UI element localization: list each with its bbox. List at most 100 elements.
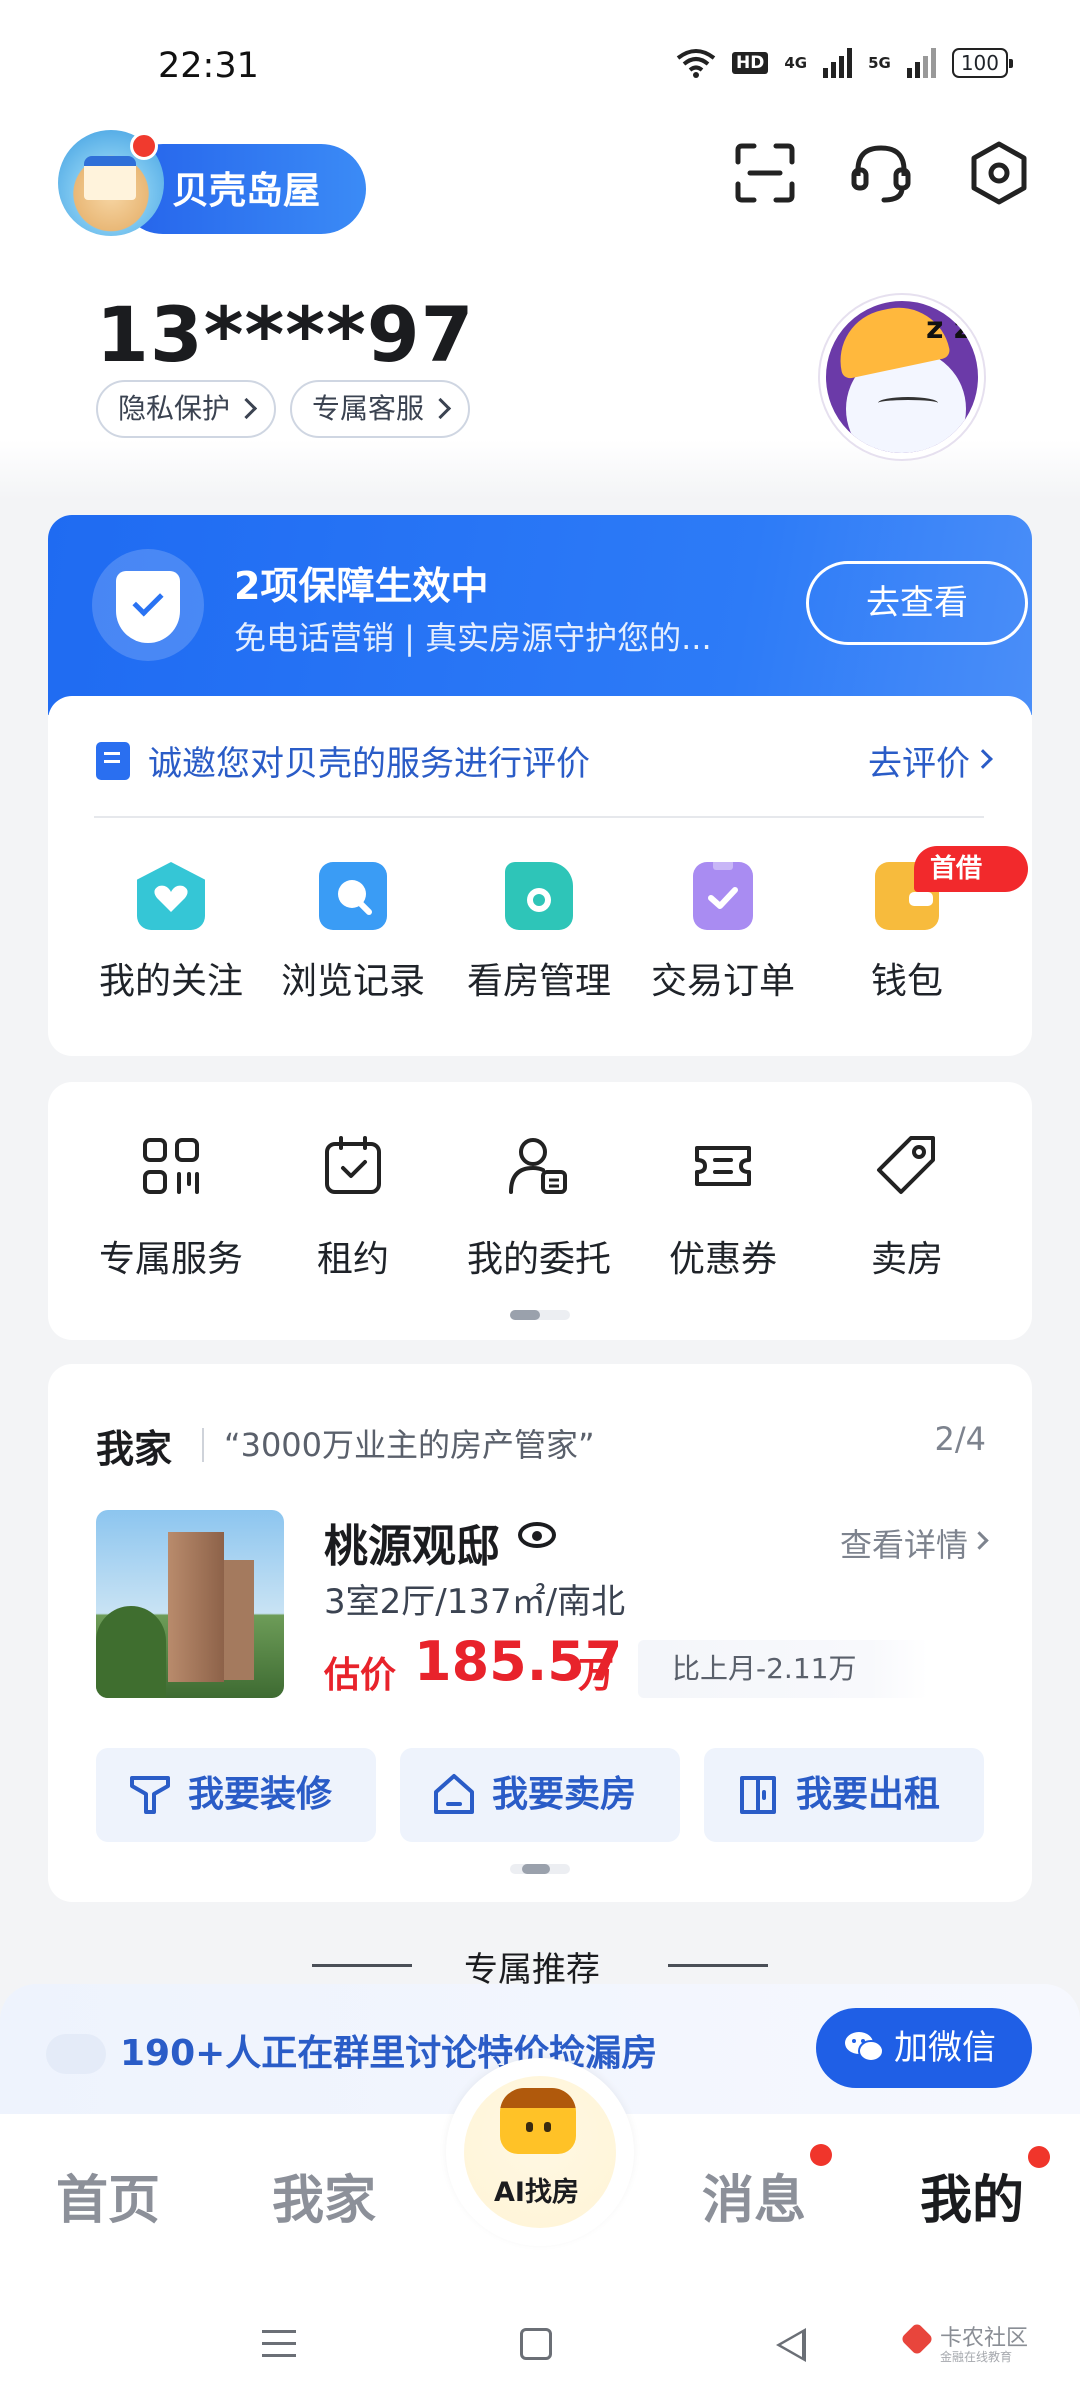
- protection-title: 2项保障生效中: [234, 564, 489, 608]
- go-evaluate-link[interactable]: 去评价: [868, 736, 970, 785]
- view-protection-button[interactable]: 去查看: [806, 561, 1028, 645]
- chat-bubble-icon: [46, 2034, 106, 2074]
- service-label: 交易订单: [650, 961, 795, 1002]
- settings-icon[interactable]: [966, 140, 1032, 206]
- mascot-eye: [544, 2122, 551, 2132]
- sell-house-button[interactable]: 我要卖房: [400, 1748, 680, 1842]
- avatar[interactable]: z z: [820, 295, 984, 459]
- protection-subtitle: 免电话营销 | 真实房源守护您的...: [234, 619, 712, 657]
- heart-house-icon: [137, 862, 205, 930]
- service-label: 看房管理: [466, 961, 611, 1002]
- mine-badge-dot: [1028, 2146, 1050, 2168]
- service-label: 我的关注: [98, 961, 243, 1002]
- evaluation-invite[interactable]: 诚邀您对贝壳的服务进行评价: [148, 736, 590, 785]
- service-viewing-management[interactable]: 看房管理: [446, 862, 632, 1004]
- divider: [94, 816, 984, 818]
- tool-exclusive-service[interactable]: 专属服务: [78, 1134, 264, 1282]
- signal-icon: [823, 48, 853, 78]
- tab-mine[interactable]: 我的: [920, 2158, 1024, 2233]
- building-shape: [224, 1560, 254, 1680]
- chevron-right-icon: [970, 1531, 989, 1550]
- notification-dot: [130, 132, 158, 160]
- privacy-protection-chip[interactable]: 隐私保护: [96, 380, 277, 438]
- estimate-label: 估价: [324, 1655, 397, 1696]
- avatar-eyes: [878, 397, 938, 409]
- tab-home[interactable]: 首页: [56, 2158, 160, 2233]
- tool-coupons[interactable]: 优惠券: [630, 1134, 816, 1282]
- sleep-z-icon: z z: [926, 311, 972, 346]
- eye-icon[interactable]: [518, 1522, 556, 1548]
- estimate-unit: 万: [578, 1655, 615, 1696]
- scan-icon[interactable]: [732, 140, 798, 206]
- service-label: 浏览记录: [280, 961, 425, 1002]
- pudding-mascot-icon: [500, 2088, 576, 2154]
- logo-text: 贝壳岛屋: [172, 169, 320, 212]
- home-slogan: “3000万业主的房产管家”: [224, 1426, 595, 1464]
- page-indicator: [510, 1310, 570, 1320]
- folder-camera-icon: [505, 862, 573, 930]
- service-browse-history[interactable]: 浏览记录: [260, 862, 446, 1004]
- house-icon: [434, 1774, 474, 1814]
- user-card-icon: [509, 1138, 567, 1194]
- view-details-link[interactable]: 查看详情: [840, 1520, 968, 1566]
- document-icon: [96, 742, 130, 780]
- tab-messages[interactable]: 消息: [702, 2158, 806, 2233]
- tool-lease[interactable]: 租约: [260, 1134, 446, 1282]
- wechat-icon: [845, 2032, 884, 2062]
- first-loan-badge: 首借: [914, 846, 1028, 892]
- customer-service-icon[interactable]: [848, 140, 914, 206]
- messages-badge-dot: [810, 2144, 832, 2166]
- tool-label: 我的委托: [466, 1239, 611, 1280]
- page-indicator: [510, 1864, 570, 1874]
- tool-sell-house[interactable]: 卖房: [814, 1134, 1000, 1282]
- network-4g: 4G: [784, 53, 808, 72]
- tools-card: 专属服务 租约 我的委托 优惠券 卖房: [48, 1082, 1032, 1340]
- rent-out-button[interactable]: 我要出租: [704, 1748, 984, 1842]
- tool-label: 专属服务: [98, 1239, 243, 1280]
- my-home-card: 我家 “3000万业主的房产管家” 2/4 桃源观邸 查看详情 3室2厅/137…: [48, 1364, 1032, 1902]
- tag-icon: [877, 1136, 935, 1194]
- system-nav-bar: 卡农社区 金融在线教育: [0, 2284, 1080, 2400]
- service-trade-orders[interactable]: 交易订单: [630, 862, 816, 1004]
- divider: [668, 1964, 768, 1967]
- home-page-indicator: 2/4: [934, 1420, 987, 1458]
- exclusive-service-chip[interactable]: 专属客服: [290, 380, 471, 438]
- calendar-check-icon: [325, 1136, 381, 1194]
- tool-label: 卖房: [870, 1239, 943, 1280]
- battery-icon: 100: [951, 48, 1014, 78]
- tab-my-home[interactable]: 我家: [272, 2158, 376, 2233]
- tool-my-entrust[interactable]: 我的委托: [446, 1134, 632, 1282]
- house-name[interactable]: 桃源观邸: [324, 1510, 500, 1574]
- home-square-icon[interactable]: [520, 2328, 552, 2360]
- signal-icon-2: [906, 48, 936, 78]
- my-home-title: 我家: [96, 1427, 173, 1471]
- tree-shape: [96, 1606, 166, 1698]
- status-time: 22:31: [158, 46, 259, 86]
- add-wechat-button[interactable]: 加微信: [816, 2008, 1032, 2088]
- house-photo[interactable]: [96, 1510, 284, 1698]
- menu-icon[interactable]: [262, 2330, 296, 2358]
- ai-find-house-label[interactable]: AI找房: [494, 2170, 579, 2209]
- user-phone: 13****97: [96, 290, 475, 379]
- house-spec: 3室2厅/137㎡/南北: [324, 1582, 626, 1622]
- services-card: 诚邀您对贝壳的服务进行评价 去评价 我的关注 浏览记录 看房管理 交易订单 钱包…: [48, 696, 1032, 1056]
- hd-badge: HD: [731, 52, 769, 74]
- coupon-icon: [695, 1146, 751, 1186]
- mascot-eye: [526, 2122, 533, 2132]
- rent-out-label: 我要出租: [796, 1774, 941, 1815]
- renovate-button[interactable]: 我要装修: [96, 1748, 376, 1842]
- service-my-follow[interactable]: 我的关注: [78, 862, 264, 1004]
- watermark-logo-icon: [900, 2322, 934, 2356]
- back-triangle-icon[interactable]: [776, 2328, 806, 2362]
- divider: [202, 1428, 204, 1462]
- protection-card[interactable]: 2项保障生效中 免电话营销 | 真实房源守护您的... 去查看: [48, 515, 1032, 715]
- watermark-subtext: 金融在线教育: [940, 2350, 1013, 2364]
- tool-label: 租约: [316, 1239, 389, 1280]
- paint-roller-icon: [130, 1776, 170, 1814]
- building-shape: [168, 1532, 224, 1682]
- wifi-icon: [676, 49, 716, 78]
- chat-search-icon: [319, 862, 387, 930]
- month-compare: 比上月-2.11万: [638, 1640, 928, 1698]
- service-label: 钱包: [870, 961, 943, 1002]
- beike-island-logo[interactable]: 贝壳岛屋: [58, 130, 366, 236]
